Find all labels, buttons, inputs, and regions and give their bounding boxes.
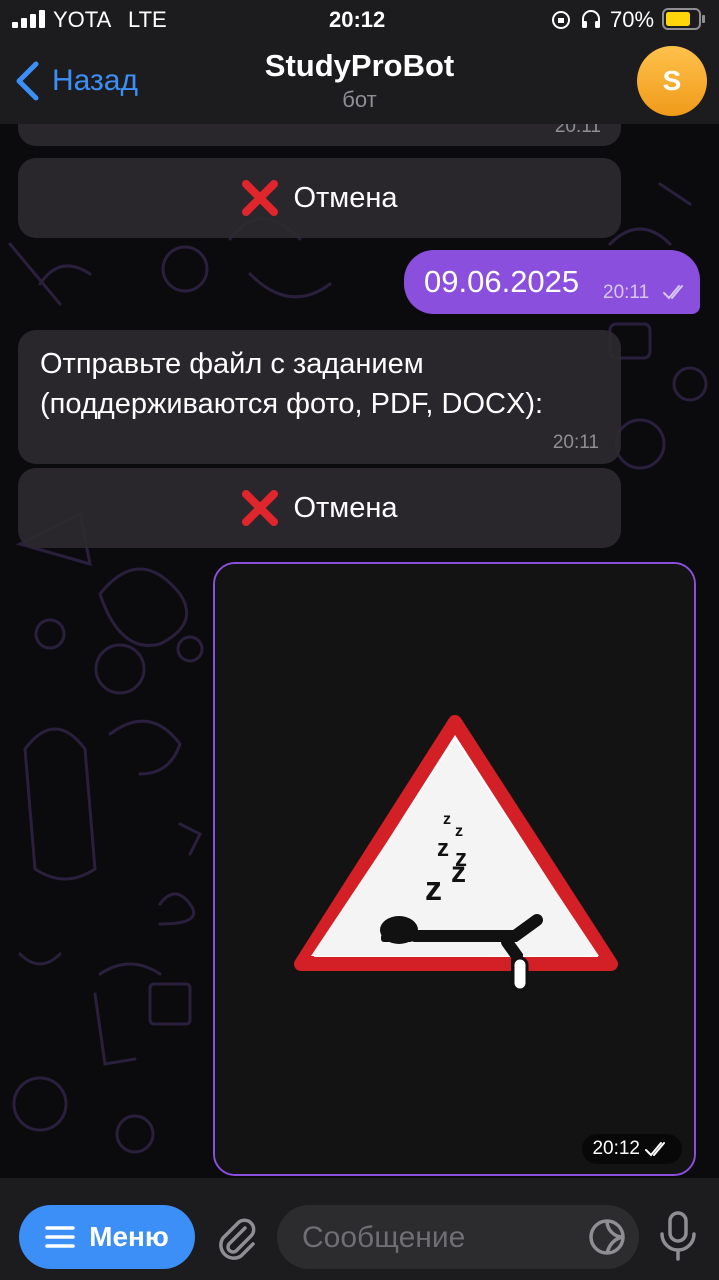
cancel-button[interactable]: Отмена [18, 158, 621, 238]
network-label: LTE [128, 7, 167, 32]
message-time: 20:12 [592, 1138, 640, 1159]
double-check-icon [644, 1139, 672, 1159]
avatar-letter: S [662, 65, 682, 96]
signal-icon [12, 10, 46, 28]
chat-subtitle: бот [342, 87, 377, 112]
sleeping-road-sign-image: z z z z z z [215, 564, 694, 1174]
svg-text:z: z [425, 870, 442, 908]
clock: 20:12 [329, 7, 386, 32]
outgoing-message-bubble: 09.06.2025 20:11 [404, 250, 700, 314]
message-input-placeholder: Сообщение [302, 1221, 466, 1254]
double-check-icon [662, 282, 690, 302]
message-text: Отправьте файл с заданием (поддерживаютс… [40, 348, 544, 420]
incoming-message-bubble: Отправьте файл с заданием (поддерживаютс… [18, 330, 621, 464]
cross-mark-icon [241, 489, 279, 527]
message-time: 20:11 [554, 124, 601, 137]
svg-text:z: z [443, 811, 451, 828]
svg-text:z: z [455, 823, 463, 840]
headphones-icon [580, 8, 602, 30]
chat-header: Назад StudyProBot бот S [0, 40, 719, 125]
paperclip-icon[interactable] [213, 1214, 259, 1260]
message-input-bar: Меню Сообщение [0, 1178, 719, 1280]
message-time: 20:11 [552, 432, 599, 453]
carrier-label: YOTA [53, 7, 112, 32]
cancel-button-label: Отмена [293, 181, 398, 214]
menu-button-label: Меню [89, 1221, 169, 1252]
cancel-button-label: Отмена [293, 491, 398, 524]
orientation-lock-icon [550, 9, 572, 31]
message-text: 09.06.2025 [424, 264, 580, 299]
battery-icon [662, 8, 706, 30]
avatar[interactable]: S [637, 46, 707, 116]
message-time: 20:11 [603, 282, 650, 303]
cross-mark-icon [241, 179, 279, 217]
image-time-badge: 20:12 [582, 1134, 682, 1164]
sticker-icon[interactable] [587, 1217, 627, 1257]
battery-percent: 70% [610, 7, 655, 32]
status-bar: YOTA LTE 20:12 70% [0, 0, 719, 40]
partial-message-bubble: 20:11 [18, 124, 621, 146]
chat-area[interactable]: 20:11 Отмена 09.06.2025 20:11 Отправьте … [0, 124, 719, 1178]
chat-title[interactable]: StudyProBot [0, 48, 719, 84]
svg-text:z: z [451, 856, 466, 889]
outgoing-image-message[interactable]: z z z z z z 20:12 [213, 562, 696, 1176]
message-input[interactable]: Сообщение [277, 1205, 639, 1269]
microphone-icon[interactable] [657, 1210, 699, 1262]
hamburger-icon [45, 1225, 75, 1249]
cancel-button[interactable]: Отмена [18, 468, 621, 548]
menu-button[interactable]: Меню [19, 1205, 195, 1269]
svg-text:z: z [437, 835, 449, 862]
